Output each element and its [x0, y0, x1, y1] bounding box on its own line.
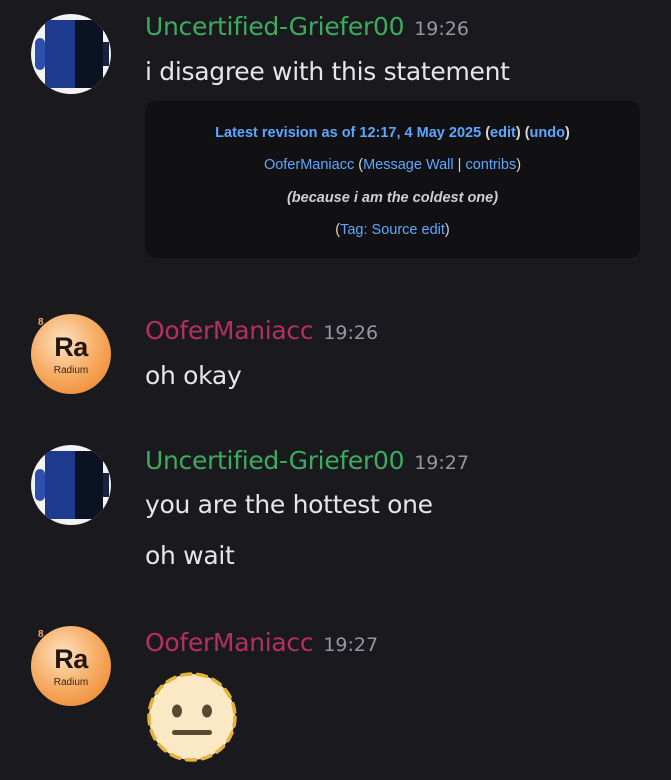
message-wall-link[interactable]: Message Wall: [363, 157, 454, 173]
tag-value-link[interactable]: Source edit: [372, 222, 445, 238]
contribs-link[interactable]: contribs: [465, 157, 516, 173]
user-avatar-icon[interactable]: [31, 445, 111, 525]
username[interactable]: OoferManiacc: [145, 316, 314, 345]
message-text: i disagree with this statement: [145, 57, 510, 86]
user-avatar-icon[interactable]: [31, 14, 111, 94]
edit-summary: (because i am the coldest one): [286, 190, 499, 206]
tag-line: (Tag: Source edit): [335, 222, 450, 238]
timestamp: 19:27: [323, 634, 379, 656]
revision-embed: Latest revision as of 12:17, 4 May 2025 …: [145, 101, 640, 258]
radium-avatar-icon[interactable]: Ra Radium: [31, 626, 111, 706]
author-line: OoferManiacc (Message Wall | contribs): [263, 157, 522, 173]
username[interactable]: Uncertified-Griefer00: [145, 446, 404, 475]
author-link[interactable]: OoferManiacc: [264, 157, 354, 173]
message-text: oh okay: [145, 361, 242, 390]
message-text: you are the hottest one: [145, 490, 433, 519]
element-name: Radium: [53, 365, 89, 376]
dotted-line-face-icon[interactable]: [146, 671, 238, 763]
element-symbol: Ra: [54, 644, 88, 674]
undo-link[interactable]: undo: [530, 125, 565, 141]
radium-avatar-icon[interactable]: Ra Radium: [31, 314, 111, 394]
message-text: oh wait: [145, 541, 235, 570]
revision-line: Latest revision as of 12:17, 4 May 2025 …: [215, 125, 570, 141]
timestamp: 19:26: [414, 18, 469, 40]
revision-label[interactable]: Latest revision as of 12:17, 4 May 2025: [215, 125, 481, 141]
timestamp: 19:27: [414, 452, 469, 474]
timestamp: 19:26: [323, 322, 379, 344]
tag-label-link[interactable]: Tag:: [340, 222, 367, 238]
username[interactable]: Uncertified-Griefer00: [145, 12, 404, 41]
element-name: Radium: [53, 677, 89, 688]
username[interactable]: OoferManiacc: [145, 628, 314, 657]
edit-link[interactable]: edit: [490, 125, 516, 141]
element-symbol: Ra: [54, 332, 88, 362]
